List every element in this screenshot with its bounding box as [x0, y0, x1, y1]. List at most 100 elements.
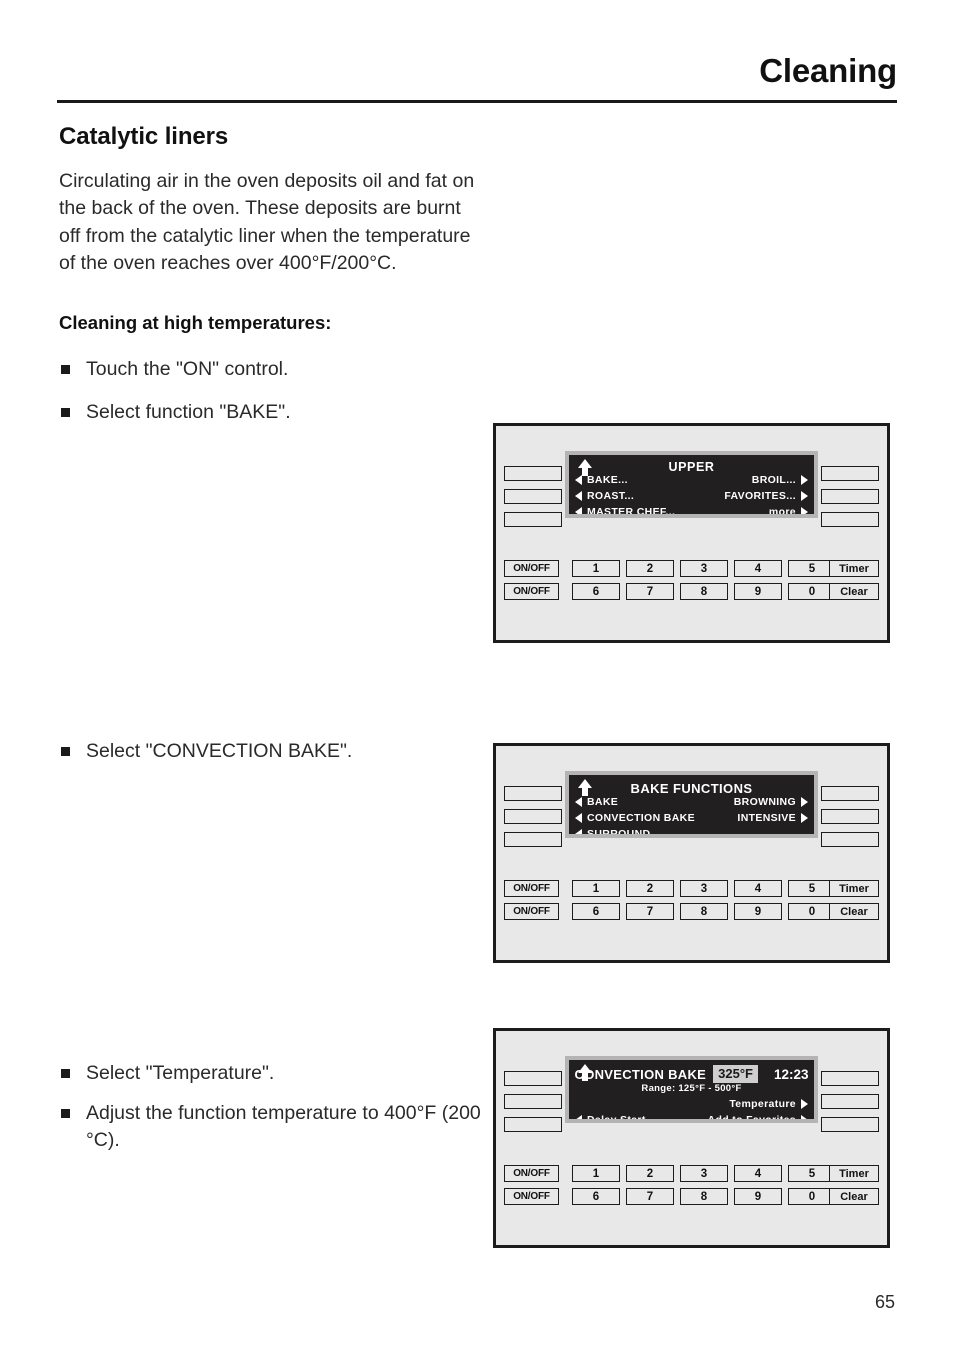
- key-9[interactable]: 9: [734, 1188, 782, 1205]
- lcd-menu-item-convection-bake[interactable]: CONVECTION BAKE: [575, 812, 695, 824]
- key-4[interactable]: 4: [734, 880, 782, 897]
- lcd-menu-item-surround[interactable]: SURROUND: [575, 828, 651, 838]
- temperature-value[interactable]: 325°F: [713, 1065, 758, 1083]
- timer-button[interactable]: Timer: [829, 560, 879, 577]
- soft-button-right-1[interactable]: [821, 1071, 879, 1086]
- soft-button-right-3[interactable]: [821, 1117, 879, 1132]
- keypad-row-2: 6 7 8 9 0: [572, 1188, 836, 1205]
- soft-button-left-2[interactable]: [504, 489, 562, 504]
- list-item: Select function "BAKE".: [59, 399, 479, 426]
- key-3[interactable]: 3: [680, 880, 728, 897]
- soft-button-left-3[interactable]: [504, 1117, 562, 1132]
- soft-button-left-1[interactable]: [504, 786, 562, 801]
- soft-button-left-3[interactable]: [504, 512, 562, 527]
- triangle-right-icon: [801, 1115, 808, 1119]
- onoff-lower-button[interactable]: ON/OFF: [504, 903, 559, 920]
- clear-button[interactable]: Clear: [829, 583, 879, 600]
- triangle-right-icon: [801, 813, 808, 823]
- key-4[interactable]: 4: [734, 1165, 782, 1182]
- soft-button-right-1[interactable]: [821, 786, 879, 801]
- oven-control-panel-2: BAKE FUNCTIONS BAKE CONVECTION BAKE SURR…: [493, 743, 890, 963]
- page-header-title: Cleaning: [759, 52, 897, 89]
- triangle-left-icon: [575, 813, 582, 823]
- soft-button-right-2[interactable]: [821, 809, 879, 824]
- key-6[interactable]: 6: [572, 1188, 620, 1205]
- lcd-menu-label: BAKE: [587, 796, 619, 808]
- soft-button-right-3[interactable]: [821, 832, 879, 847]
- soft-button-right-2[interactable]: [821, 1094, 879, 1109]
- key-6[interactable]: 6: [572, 903, 620, 920]
- list-item: Select "CONVECTION BAKE".: [59, 738, 489, 765]
- key-3[interactable]: 3: [680, 1165, 728, 1182]
- key-2[interactable]: 2: [626, 1165, 674, 1182]
- onoff-upper-button[interactable]: ON/OFF: [504, 880, 559, 897]
- key-2[interactable]: 2: [626, 880, 674, 897]
- soft-button-left-3[interactable]: [504, 832, 562, 847]
- triangle-right-icon: [801, 1099, 808, 1109]
- onoff-buttons-1: ON/OFF ON/OFF: [504, 560, 559, 600]
- lcd-menu-item-favorites[interactable]: FAVORITES...: [724, 490, 808, 502]
- steps-list: Touch the "ON" control. Select function …: [59, 356, 479, 425]
- left-soft-buttons-2: [504, 786, 562, 847]
- soft-button-right-2[interactable]: [821, 489, 879, 504]
- soft-button-left-2[interactable]: [504, 1094, 562, 1109]
- key-1[interactable]: 1: [572, 560, 620, 577]
- key-7[interactable]: 7: [626, 583, 674, 600]
- soft-button-left-1[interactable]: [504, 1071, 562, 1086]
- lcd-menu-item-browning[interactable]: BROWNING: [734, 796, 808, 808]
- list-item: Adjust the function temperature to 400°F…: [59, 1100, 489, 1153]
- lcd-menu-item-more[interactable]: more: [768, 506, 808, 518]
- soft-button-left-1[interactable]: [504, 466, 562, 481]
- clear-button[interactable]: Clear: [829, 1188, 879, 1205]
- key-6[interactable]: 6: [572, 583, 620, 600]
- lcd-menu-label: ROAST...: [587, 490, 635, 502]
- lcd-menu-item-delay-start[interactable]: Delay Start: [575, 1114, 646, 1123]
- soft-button-right-1[interactable]: [821, 466, 879, 481]
- lcd-menu-item-temperature[interactable]: Temperature: [729, 1098, 808, 1110]
- key-3[interactable]: 3: [680, 560, 728, 577]
- lcd-menu-item-bake[interactable]: BAKE: [575, 796, 618, 808]
- timer-button[interactable]: Timer: [829, 1165, 879, 1182]
- lcd-menu-item-roast[interactable]: ROAST...: [575, 490, 634, 502]
- key-9[interactable]: 9: [734, 583, 782, 600]
- keypad-row-1: 1 2 3 4 5: [572, 880, 836, 897]
- content-column: Catalytic liners Circulating air in the …: [59, 123, 479, 441]
- lcd-menu-label: more: [768, 506, 796, 518]
- list-item: Select "Temperature".: [59, 1060, 489, 1087]
- key-9[interactable]: 9: [734, 903, 782, 920]
- key-8[interactable]: 8: [680, 903, 728, 920]
- onoff-upper-button[interactable]: ON/OFF: [504, 1165, 559, 1182]
- onoff-lower-button[interactable]: ON/OFF: [504, 583, 559, 600]
- lcd-menu-label: Add to Favorites: [707, 1114, 796, 1123]
- timer-button[interactable]: Timer: [829, 880, 879, 897]
- section-subheading: Cleaning at high temperatures:: [59, 312, 332, 334]
- key-8[interactable]: 8: [680, 583, 728, 600]
- key-7[interactable]: 7: [626, 903, 674, 920]
- clear-button[interactable]: Clear: [829, 903, 879, 920]
- lcd-menu-label: BROIL...: [751, 474, 796, 486]
- key-1[interactable]: 1: [572, 880, 620, 897]
- lcd-menu-label: INTENSIVE: [737, 812, 796, 824]
- triangle-right-icon: [801, 507, 808, 514]
- lcd-menu-item-bake[interactable]: BAKE...: [575, 474, 628, 486]
- lcd-menu-item-add-to-favorites[interactable]: Add to Favorites: [707, 1114, 808, 1123]
- lcd-menu-label: Delay Start: [587, 1114, 646, 1123]
- lcd-menu-item-broil[interactable]: BROIL...: [752, 474, 808, 486]
- lcd-title-3: CONVECTION BAKE: [574, 1066, 707, 1082]
- header-divider: [57, 100, 897, 103]
- keypad-row-1: 1 2 3 4 5: [572, 1165, 836, 1182]
- key-8[interactable]: 8: [680, 1188, 728, 1205]
- lcd-menu-label: SURROUND: [587, 828, 651, 838]
- lcd-menu-item-intensive[interactable]: INTENSIVE: [737, 812, 808, 824]
- onoff-lower-button[interactable]: ON/OFF: [504, 1188, 559, 1205]
- key-1[interactable]: 1: [572, 1165, 620, 1182]
- key-4[interactable]: 4: [734, 560, 782, 577]
- key-7[interactable]: 7: [626, 1188, 674, 1205]
- lcd-menu-item-master-chef[interactable]: MASTER CHEF...: [575, 506, 675, 514]
- lcd-title-1: UPPER: [668, 460, 715, 474]
- onoff-buttons-2: ON/OFF ON/OFF: [504, 880, 559, 920]
- onoff-upper-button[interactable]: ON/OFF: [504, 560, 559, 577]
- soft-button-left-2[interactable]: [504, 809, 562, 824]
- key-2[interactable]: 2: [626, 560, 674, 577]
- soft-button-right-3[interactable]: [821, 512, 879, 527]
